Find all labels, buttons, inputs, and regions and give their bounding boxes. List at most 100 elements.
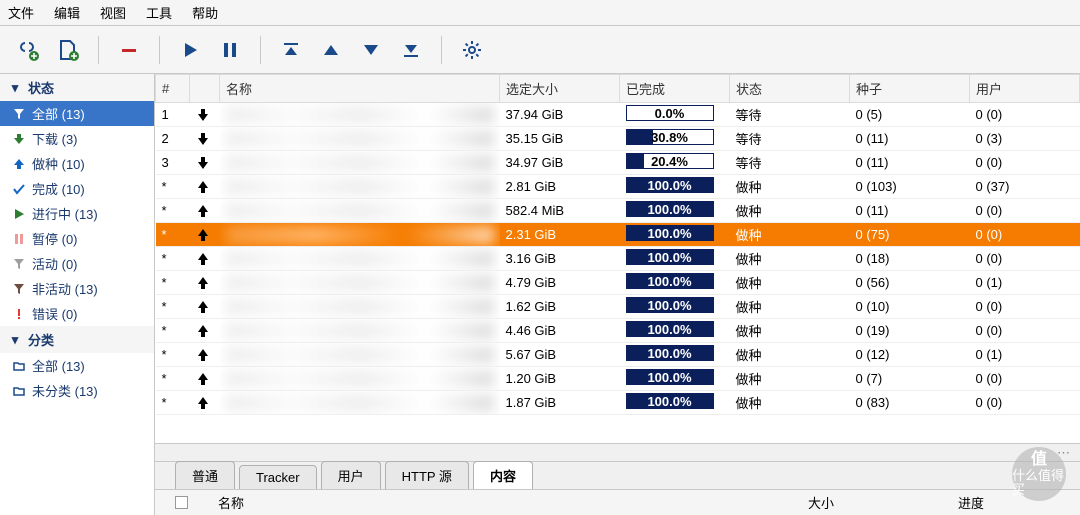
- tab-http[interactable]: HTTP 源: [385, 461, 469, 489]
- progress-bar: 100.0%: [626, 321, 714, 337]
- sidebar-status-item[interactable]: 全部 (13): [0, 101, 154, 126]
- col-seeds[interactable]: 种子: [850, 75, 970, 103]
- move-down-button[interactable]: [355, 34, 387, 66]
- content-col-name[interactable]: 名称: [218, 493, 778, 512]
- col-name[interactable]: 名称: [220, 75, 500, 103]
- cell-size: 1.62 GiB: [500, 295, 620, 319]
- col-num[interactable]: #: [156, 75, 190, 103]
- tab-content[interactable]: 内容: [473, 461, 533, 489]
- progress-bar: 100.0%: [626, 273, 714, 289]
- move-top-button[interactable]: [275, 34, 307, 66]
- table-row[interactable]: * 1.62 GiB 100.0% 做种 0 (10) 0 (0): [156, 295, 1080, 319]
- table-row[interactable]: * 1.87 GiB 100.0% 做种 0 (83) 0 (0): [156, 391, 1080, 415]
- cell-num: *: [156, 343, 190, 367]
- sidebar-status-header[interactable]: ▾ 状态: [0, 74, 154, 101]
- sidebar-category-item[interactable]: 全部 (13): [0, 353, 154, 378]
- cell-done: 100.0%: [620, 271, 730, 295]
- cell-size: 1.20 GiB: [500, 367, 620, 391]
- cell-size: 2.31 GiB: [500, 223, 620, 247]
- sidebar-category-item[interactable]: 未分类 (13): [0, 378, 154, 403]
- sidebar-status-item[interactable]: 完成 (10): [0, 176, 154, 201]
- progress-bar: 20.4%: [626, 153, 714, 169]
- cell-done: 100.0%: [620, 175, 730, 199]
- cell-num: *: [156, 247, 190, 271]
- cell-seeds: 0 (103): [850, 175, 970, 199]
- direction-icon: [190, 199, 220, 223]
- table-row[interactable]: 3 34.97 GiB 20.4% 等待 0 (11) 0 (0): [156, 151, 1080, 175]
- col-peers[interactable]: 用户: [970, 75, 1080, 103]
- col-size[interactable]: 选定大小: [500, 75, 620, 103]
- sidebar-status-item[interactable]: 下载 (3): [0, 126, 154, 151]
- table-row[interactable]: * 1.20 GiB 100.0% 做种 0 (7) 0 (0): [156, 367, 1080, 391]
- add-link-button[interactable]: [12, 34, 44, 66]
- sidebar-item-label: 暂停 (0): [32, 229, 78, 248]
- cell-num: *: [156, 223, 190, 247]
- progress-bar: 100.0%: [626, 297, 714, 313]
- menu-file[interactable]: 文件: [8, 3, 34, 22]
- tab-tracker[interactable]: Tracker: [239, 465, 317, 489]
- add-file-button[interactable]: [52, 34, 84, 66]
- remove-button[interactable]: [113, 34, 145, 66]
- cell-num: *: [156, 319, 190, 343]
- play-button[interactable]: [174, 34, 206, 66]
- progress-bar: 100.0%: [626, 249, 714, 265]
- table-row[interactable]: * 582.4 MiB 100.0% 做种 0 (11) 0 (0): [156, 199, 1080, 223]
- cell-peers: 0 (0): [970, 367, 1080, 391]
- cell-peers: 0 (0): [970, 295, 1080, 319]
- menu-bar: 文件 编辑 视图 工具 帮助: [0, 0, 1080, 26]
- sidebar-status-item[interactable]: 活动 (0): [0, 251, 154, 276]
- col-dir[interactable]: [190, 75, 220, 103]
- col-status[interactable]: 状态: [730, 75, 850, 103]
- sidebar-item-label: 做种 (10): [32, 154, 85, 173]
- table-row[interactable]: * 4.79 GiB 100.0% 做种 0 (56) 0 (1): [156, 271, 1080, 295]
- menu-view[interactable]: 视图: [100, 3, 126, 22]
- table-row[interactable]: 1 37.94 GiB 0.0% 等待 0 (5) 0 (0): [156, 103, 1080, 127]
- cell-status: 做种: [730, 175, 850, 199]
- sidebar-status-item[interactable]: 暂停 (0): [0, 226, 154, 251]
- sidebar-status-item[interactable]: 错误 (0): [0, 301, 154, 326]
- tab-general[interactable]: 普通: [175, 461, 235, 489]
- direction-icon: [190, 343, 220, 367]
- cell-size: 4.46 GiB: [500, 319, 620, 343]
- sidebar-status-item[interactable]: 非活动 (13): [0, 276, 154, 301]
- cell-peers: 0 (0): [970, 151, 1080, 175]
- direction-icon: [190, 175, 220, 199]
- cell-status: 做种: [730, 223, 850, 247]
- move-bottom-button[interactable]: [395, 34, 427, 66]
- sidebar-status-item[interactable]: 进行中 (13): [0, 201, 154, 226]
- table-row[interactable]: * 5.67 GiB 100.0% 做种 0 (12) 0 (1): [156, 343, 1080, 367]
- tab-peers[interactable]: 用户: [321, 461, 381, 489]
- cell-name: [220, 175, 500, 199]
- sidebar-status-item[interactable]: 做种 (10): [0, 151, 154, 176]
- filter-icon: [12, 107, 26, 121]
- menu-tools[interactable]: 工具: [146, 3, 172, 22]
- select-all-checkbox[interactable]: [175, 496, 188, 509]
- menu-edit[interactable]: 编辑: [54, 3, 80, 22]
- cell-done: 100.0%: [620, 295, 730, 319]
- settings-button[interactable]: [456, 34, 488, 66]
- move-up-button[interactable]: [315, 34, 347, 66]
- menu-help[interactable]: 帮助: [192, 3, 218, 22]
- table-row[interactable]: * 4.46 GiB 100.0% 做种 0 (19) 0 (0): [156, 319, 1080, 343]
- col-done[interactable]: 已完成: [620, 75, 730, 103]
- pause-button[interactable]: [214, 34, 246, 66]
- cell-name: [220, 127, 500, 151]
- cell-seeds: 0 (12): [850, 343, 970, 367]
- table-row[interactable]: * 2.31 GiB 100.0% 做种 0 (75) 0 (0): [156, 223, 1080, 247]
- torrent-table[interactable]: # 名称 选定大小 已完成 状态 种子 用户 1 37.94 GiB 0.0% …: [155, 74, 1080, 443]
- sidebar-item-label: 完成 (10): [32, 179, 85, 198]
- progress-bar: 100.0%: [626, 345, 714, 361]
- table-row[interactable]: * 3.16 GiB 100.0% 做种 0 (18) 0 (0): [156, 247, 1080, 271]
- cell-num: *: [156, 271, 190, 295]
- cell-name: [220, 223, 500, 247]
- sidebar-item-label: 非活动 (13): [32, 279, 98, 298]
- cell-done: 20.4%: [620, 151, 730, 175]
- sidebar-category-header[interactable]: ▾ 分类: [0, 326, 154, 353]
- content-col-progress[interactable]: 进度: [958, 493, 984, 512]
- table-row[interactable]: * 2.81 GiB 100.0% 做种 0 (103) 0 (37): [156, 175, 1080, 199]
- horizontal-scrollbar[interactable]: ⋯: [155, 443, 1080, 461]
- content-col-size[interactable]: 大小: [808, 493, 928, 512]
- cell-status: 等待: [730, 127, 850, 151]
- direction-icon: [190, 367, 220, 391]
- table-row[interactable]: 2 35.15 GiB 30.8% 等待 0 (11) 0 (3): [156, 127, 1080, 151]
